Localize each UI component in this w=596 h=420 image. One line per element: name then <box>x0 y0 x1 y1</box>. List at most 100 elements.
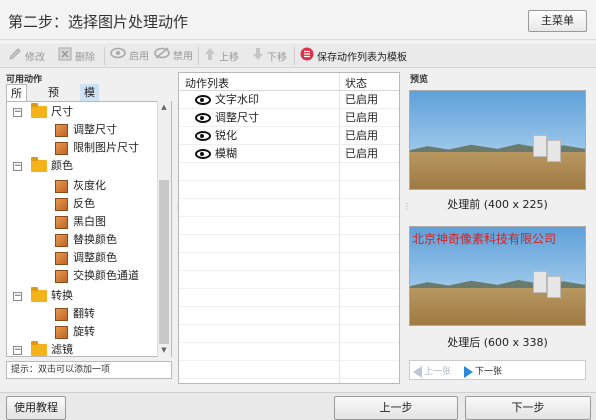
action-row[interactable]: 调整尺寸 已启用 <box>179 109 399 127</box>
eye-icon[interactable] <box>195 131 211 141</box>
tab-presets[interactable]: 预设 <box>44 84 63 116</box>
preview-title: 预览 <box>410 75 429 85</box>
tree-folder-transform[interactable]: 转换 <box>31 287 73 305</box>
action-status: 已启用 <box>345 129 378 142</box>
tree-item-swap-channels[interactable]: 交换颜色通道 <box>55 267 139 285</box>
tree-item-invert[interactable]: 反色 <box>55 195 95 213</box>
scroll-down-icon[interactable]: ▼ <box>160 346 168 354</box>
preview-pager: 上一张 下一张 <box>409 360 586 380</box>
eye-icon[interactable] <box>195 149 211 159</box>
action-name: 模糊 <box>215 147 237 160</box>
tree-label: 尺寸 <box>51 105 73 118</box>
tree-item-resize[interactable]: 调整尺寸 <box>55 121 117 139</box>
scroll-up-icon[interactable]: ▲ <box>160 103 168 111</box>
tree-label: 旋转 <box>73 325 95 338</box>
action-box-icon <box>55 123 68 137</box>
folder-icon <box>31 157 47 172</box>
edit-button[interactable]: 修改 <box>8 47 45 65</box>
tab-templates[interactable]: 模板 <box>80 84 99 116</box>
empty-row <box>179 271 399 289</box>
tree-item-rotate[interactable]: 旋转 <box>55 323 95 341</box>
hint-text: 提示：双击可以添加一项 <box>6 361 172 379</box>
tree-label: 限制图片尺寸 <box>73 141 139 154</box>
pencil-icon <box>8 47 22 68</box>
tree-folder-size[interactable]: 尺寸 <box>31 103 73 121</box>
delete-icon <box>58 47 72 68</box>
empty-row <box>179 163 399 181</box>
tree-folder-color[interactable]: 颜色 <box>31 157 73 175</box>
delete-button[interactable]: 删除 <box>58 47 95 65</box>
scrollbar-thumb[interactable] <box>159 180 169 344</box>
tutorial-button[interactable]: 使用教程 <box>6 396 66 420</box>
collapse-toggle[interactable]: − <box>13 108 22 117</box>
empty-row <box>179 307 399 325</box>
empty-row <box>179 289 399 307</box>
column-header-action[interactable]: 动作列表 <box>185 75 229 91</box>
toolbar: 修改 删除 启用 禁用 上移 下移 保存动作列表为模板 <box>0 42 596 68</box>
action-box-icon <box>55 269 68 283</box>
collapse-toggle[interactable]: − <box>13 162 22 171</box>
next-step-button[interactable]: 下一步 <box>465 396 591 420</box>
eye-icon[interactable] <box>195 113 211 123</box>
prev-image-label: 上一张 <box>424 367 452 377</box>
action-list-panel: 动作列表 状态 文字水印 已启用 调整尺寸 已启用 锐化 已启用 模糊 已启用 <box>178 72 400 384</box>
tree-label: 滤镜 <box>51 343 73 356</box>
next-image-button[interactable]: 下一张 <box>464 364 502 378</box>
main-menu-button[interactable]: 主菜单 <box>528 10 587 32</box>
empty-row <box>179 361 399 379</box>
empty-row <box>179 181 399 199</box>
move-down-label: 下移 <box>267 52 287 64</box>
photo-building <box>532 135 547 157</box>
tab-all[interactable]: 所有 <box>6 84 27 117</box>
action-box-icon <box>55 251 68 265</box>
tree-label: 替换颜色 <box>73 233 117 246</box>
before-caption: 处理前 (400 x 225) <box>447 198 548 211</box>
folder-icon <box>31 103 47 118</box>
empty-row <box>179 217 399 235</box>
toolbar-divider <box>294 47 295 65</box>
disable-button[interactable]: 禁用 <box>154 47 193 65</box>
action-row[interactable]: 模糊 已启用 <box>179 145 399 163</box>
tree-label: 翻转 <box>73 307 95 320</box>
collapse-toggle[interactable]: − <box>13 292 22 301</box>
splitter-right[interactable]: ⋮ <box>403 203 411 211</box>
tree-label: 颜色 <box>51 159 73 172</box>
action-box-icon <box>55 141 68 155</box>
arrow-left-icon <box>413 365 422 378</box>
next-image-label: 下一张 <box>475 367 503 377</box>
tree-item-flip[interactable]: 翻转 <box>55 305 95 323</box>
tree-item-limit-size[interactable]: 限制图片尺寸 <box>55 139 139 157</box>
prev-image-button[interactable]: 上一张 <box>413 364 451 378</box>
empty-row <box>179 253 399 271</box>
move-down-button[interactable]: 下移 <box>252 47 287 65</box>
action-box-icon <box>55 307 68 321</box>
arrow-down-icon <box>252 47 264 68</box>
action-box-icon <box>55 325 68 339</box>
photo-building <box>546 276 561 298</box>
save-template-button[interactable]: 保存动作列表为模板 <box>300 47 407 65</box>
action-row[interactable]: 锐化 已启用 <box>179 127 399 145</box>
tree-item-black-white[interactable]: 黑白图 <box>55 213 106 231</box>
move-up-button[interactable]: 上移 <box>204 47 239 65</box>
tree-folder-filters[interactable]: 滤镜 <box>31 341 73 356</box>
arrow-right-icon <box>464 365 473 378</box>
tree-item-replace-color[interactable]: 替换颜色 <box>55 231 117 249</box>
action-name: 锐化 <box>215 129 237 142</box>
enable-button[interactable]: 启用 <box>110 47 149 65</box>
tree-item-adjust-color[interactable]: 调整颜色 <box>55 249 117 267</box>
action-box-icon <box>55 215 68 229</box>
collapse-toggle[interactable]: − <box>13 346 22 355</box>
previous-step-button[interactable]: 上一步 <box>334 396 458 420</box>
splitter-left[interactable]: ⋮ <box>174 203 182 211</box>
tree-item-grayscale[interactable]: 灰度化 <box>55 177 106 195</box>
action-row[interactable]: 文字水印 已启用 <box>179 91 399 109</box>
column-header-status[interactable]: 状态 <box>345 75 367 91</box>
action-name: 调整尺寸 <box>215 111 259 124</box>
tree-label: 交换颜色通道 <box>73 269 139 282</box>
folder-icon <box>31 287 47 302</box>
eye-icon[interactable] <box>195 95 211 105</box>
tree-label: 灰度化 <box>73 179 106 192</box>
watermark-text: 北京神奇像素科技有限公司 <box>412 232 557 246</box>
toolbar-divider <box>198 47 199 65</box>
tree-label: 转换 <box>51 289 73 302</box>
